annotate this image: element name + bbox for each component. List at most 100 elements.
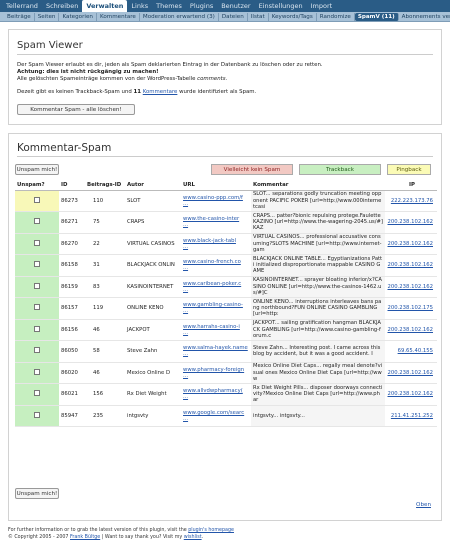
url-ellipsis[interactable]: ... (183, 330, 249, 336)
subnav-tab-randomize[interactable]: Randomize (317, 12, 355, 21)
url-cell[interactable]: www.harrahs-casino-i... (181, 319, 251, 341)
author-url[interactable]: www.casino-ppp.com/f (183, 195, 249, 201)
unspam-checkbox[interactable] (34, 304, 40, 311)
author-url[interactable]: www.allvdwpharmacy( (183, 388, 249, 394)
column-header: Kommentar (251, 180, 385, 191)
url-cell[interactable]: www.allvdwpharmacy(... (181, 383, 251, 406)
url-cell[interactable]: www.casino-ppp.com/f... (181, 190, 251, 212)
unspam-checkbox[interactable] (34, 411, 40, 418)
unspam-checkbox[interactable] (34, 282, 40, 289)
ip-address[interactable]: 200.238.102.162 (385, 362, 437, 384)
url-ellipsis[interactable]: ... (183, 394, 249, 400)
url-cell[interactable]: www.gambling-casino-... (181, 297, 251, 320)
author-url[interactable]: www.harrahs-casino-i (183, 324, 249, 330)
ip-address[interactable]: 200.238.102.175 (385, 297, 437, 320)
author-link[interactable]: Frank Bültge (70, 535, 100, 540)
nav-tab-import[interactable]: Import (307, 1, 337, 12)
nav-tab-verwalten[interactable]: Verwalten (82, 0, 128, 12)
unspam-checkbox[interactable] (34, 325, 40, 332)
url-cell[interactable]: www.pharmacy-foreign... (181, 362, 251, 384)
nav-tab-benutzer[interactable]: Benutzer (217, 1, 254, 12)
author: Steve Zahn (125, 340, 181, 363)
comment-text: KASINOINTERNET... sprayer bloating infer… (251, 276, 385, 298)
url-ellipsis[interactable]: ... (183, 201, 249, 207)
url-cell[interactable]: www.the-casino-inter... (181, 211, 251, 234)
unspam-checkbox[interactable] (34, 196, 40, 203)
nav-tab-links[interactable]: Links (127, 1, 152, 12)
back-to-top-link[interactable]: Oben (416, 502, 431, 508)
column-header: IP (385, 180, 437, 191)
subnav-tab-seiten[interactable]: Seiten (35, 12, 60, 21)
url-ellipsis[interactable]: ... (183, 265, 249, 271)
unspam-button-bottom[interactable]: Unspam mich! (15, 488, 59, 499)
author-url[interactable]: www.gambling-casino- (183, 302, 249, 308)
unspam-cell (15, 276, 59, 298)
ip-address[interactable]: 200.238.102.162 (385, 383, 437, 406)
unspam-checkbox[interactable] (34, 390, 40, 397)
nav-tab-schreiben[interactable]: Schreiben (42, 1, 82, 12)
ip-address[interactable]: 211.41.251.252 (385, 405, 437, 427)
unspam-checkbox[interactable] (34, 347, 40, 354)
author: CRAPS (125, 211, 181, 234)
legend-pingback: Pingback (387, 164, 431, 175)
subnav-tab-kommentare[interactable]: Kommentare (97, 12, 140, 21)
nav-tab-tellerrand[interactable]: Tellerrand (2, 1, 42, 12)
url-cell[interactable]: www.caribean-poker.c... (181, 276, 251, 298)
ip-address[interactable]: 222.223.173.76 (385, 190, 437, 212)
ip-address[interactable]: 200.238.102.162 (385, 254, 437, 277)
unspam-checkbox[interactable] (34, 368, 40, 375)
plugin-homepage-link[interactable]: plugin's homepage (188, 528, 234, 533)
subnav-tab-ilstat[interactable]: Ilstat (248, 12, 269, 21)
url-ellipsis[interactable]: ... (183, 373, 249, 379)
url-ellipsis[interactable]: ... (183, 222, 249, 228)
ip-address[interactable]: 200.238.102.162 (385, 233, 437, 255)
table-row: 86156 46 JACKPOT www.harrahs-casino-i... JAC… (15, 319, 437, 341)
unspam-cell (15, 383, 59, 406)
ip-address[interactable]: 200.238.102.162 (385, 276, 437, 298)
url-cell[interactable]: www.salma-hayek.name... (181, 340, 251, 363)
author: Rx Diet Weight (125, 383, 181, 406)
subnav-tab-dateien[interactable]: Dateien (219, 12, 248, 21)
table-row: 86158 31 BLACKJACK ONLIN www.casino-french.… (15, 254, 437, 277)
wishlist-link[interactable]: wishlist (184, 535, 202, 540)
comment-id: 86020 (59, 362, 85, 384)
url-cell[interactable]: www.casino-french.co... (181, 254, 251, 277)
nav-tab-plugins[interactable]: Plugins (186, 1, 217, 12)
subnav-tab-spamv-11-[interactable]: SpamV (11) (354, 12, 399, 21)
unspam-button-top[interactable]: Unspam mich! (15, 164, 59, 175)
ip-address[interactable]: 200.238.102.162 (385, 319, 437, 341)
unspam-checkbox[interactable] (34, 239, 40, 246)
subnav-tab-beitr-ge[interactable]: Beiträge (4, 12, 35, 21)
kommentare-link[interactable]: Kommentare (143, 89, 178, 95)
url-ellipsis[interactable]: ... (183, 287, 249, 293)
author-url[interactable]: www.salma-hayek.name (183, 345, 249, 351)
subnav-tab-moderation-erwartend-3-[interactable]: Moderation erwartend (3) (140, 12, 219, 21)
author-url[interactable]: www.pharmacy-foreign (183, 367, 249, 373)
unspam-checkbox[interactable] (34, 218, 40, 225)
url-ellipsis[interactable]: ... (183, 351, 249, 357)
nav-tab-einstellungen[interactable]: Einstellungen (255, 1, 307, 12)
unspam-checkbox[interactable] (34, 261, 40, 268)
comment-id: 86158 (59, 254, 85, 277)
author-url[interactable]: www.casino-french.co (183, 259, 249, 265)
delete-all-spam-button[interactable]: Kommentar Spam - alle löschen! (17, 104, 135, 115)
ip-address[interactable]: 200.238.102.162 (385, 211, 437, 234)
table-header: Unspam? ID Beitrags-ID Autor URL Kommentar IP (15, 180, 437, 191)
url-cell[interactable]: www.google.com/searc... (181, 405, 251, 427)
post-id: 156 (85, 383, 125, 406)
url-ellipsis[interactable]: ... (183, 416, 249, 422)
author: VIRTUAL CASINOS (125, 233, 181, 255)
subnav-tab-keywords-tags[interactable]: Keywords/Tags (269, 12, 317, 21)
author-url[interactable]: www.google.com/searc (183, 410, 249, 416)
url-ellipsis[interactable]: ... (183, 308, 249, 314)
url-ellipsis[interactable]: ... (183, 244, 249, 250)
author-url[interactable]: www.caribean-poker.c (183, 281, 249, 287)
nav-tab-themes[interactable]: Themes (152, 1, 186, 12)
divider (17, 54, 433, 55)
subnav-tab-kategorien[interactable]: Kategorien (59, 12, 97, 21)
ip-address[interactable]: 69.65.40.155 (385, 340, 437, 363)
url-cell[interactable]: www.black-jack-tabl... (181, 233, 251, 255)
author-url[interactable]: www.the-casino-inter (183, 216, 249, 222)
post-id: 83 (85, 276, 125, 298)
subnav-tab-abonnements-verwalten[interactable]: Abonnements verwalten (399, 13, 450, 21)
